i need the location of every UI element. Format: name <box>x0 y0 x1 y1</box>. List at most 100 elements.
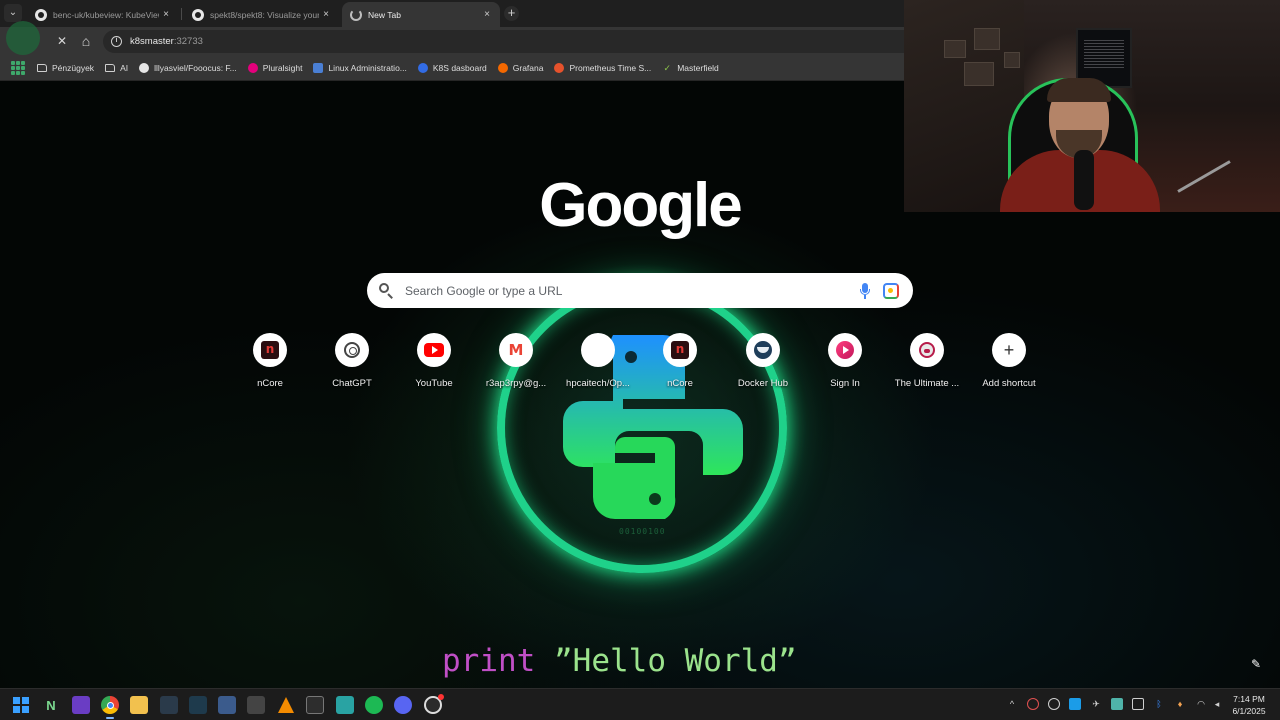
tray-app-icon[interactable] <box>1111 698 1123 710</box>
shortcut-label: r3ap3rpy@g... <box>485 378 547 389</box>
tab-close-icon[interactable]: × <box>480 9 494 20</box>
shortcut-docker-hub[interactable]: Docker Hub <box>722 333 804 397</box>
shortcut-youtube[interactable]: YouTube <box>393 333 475 397</box>
bookmark-penzugyek[interactable]: Pénzügyek <box>37 63 94 73</box>
tray-overflow-icon[interactable]: ^ <box>1006 698 1018 710</box>
tab-close-icon[interactable]: × <box>159 9 173 20</box>
url-port: :32733 <box>173 36 203 47</box>
console-icon[interactable] <box>306 696 324 714</box>
search-input[interactable]: Search Google or type a URL <box>405 284 857 298</box>
wallpaper-binary-text: 00100100 <box>619 527 666 536</box>
bookmark-fooocus[interactable]: lllyasviel/Fooocus: F... <box>139 62 237 73</box>
bookmark-ai[interactable]: AI <box>105 63 128 73</box>
profile-avatar[interactable] <box>6 21 40 55</box>
shortcut-the-ultimate[interactable]: The Ultimate ... <box>886 333 968 397</box>
tab-search-button[interactable]: ⌄ <box>4 4 22 22</box>
shortcut-icon <box>828 333 862 367</box>
add-icon: + <box>1003 340 1015 360</box>
visual-studio-icon[interactable] <box>72 696 90 714</box>
bookmark-label: lllyasviel/Fooocus: F... <box>154 62 237 73</box>
n-app-icon[interactable]: N <box>42 696 60 714</box>
microphone-icon[interactable]: ♦ <box>1174 698 1186 710</box>
usb-icon[interactable] <box>1132 698 1144 710</box>
shortcut-gmail[interactable]: M r3ap3rpy@g... <box>475 333 557 397</box>
shortcut-ncore[interactable]: n nCore <box>229 333 311 397</box>
ncore-icon: n <box>261 341 279 359</box>
bookmark-label: Pénzügyek <box>52 62 95 73</box>
tab-title: New Tab <box>368 9 401 20</box>
bookmark-pluralsight[interactable]: Pluralsight <box>247 62 302 73</box>
bookmark-label: Grafana <box>512 62 544 73</box>
translate-icon[interactable] <box>247 696 265 714</box>
search-box[interactable]: Search Google or type a URL <box>367 273 913 308</box>
shortcut-icon: n <box>253 333 287 367</box>
volume-icon[interactable]: ◂ <box>1211 698 1223 710</box>
tab-divider <box>181 8 182 20</box>
customize-pencil-icon[interactable]: ✎ <box>1249 657 1263 671</box>
vlc-icon[interactable] <box>277 696 295 714</box>
shortcut-add[interactable]: + Add shortcut <box>968 333 1050 397</box>
file-explorer-icon[interactable] <box>130 696 148 714</box>
bookmark-k8s-dashboard[interactable]: K8S dasboard <box>417 62 487 73</box>
tab-kubeview[interactable]: benc-uk/kubeview: KubeView - × <box>27 2 179 27</box>
shortcut-icon <box>746 333 780 367</box>
google-lens-icon[interactable] <box>883 282 899 299</box>
home-icon[interactable]: ⌂ <box>77 32 95 50</box>
shortcut-label: Sign In <box>830 378 860 389</box>
wifi-icon[interactable]: ◠ <box>1195 698 1207 710</box>
bookmark-grafana[interactable]: Grafana <box>497 62 544 73</box>
tray-app-icon[interactable] <box>1048 698 1060 710</box>
webcam-microphone <box>1074 150 1094 210</box>
bookmark-linux-admin[interactable]: Linux Administratio... <box>313 62 407 73</box>
voice-search-icon[interactable] <box>857 282 873 300</box>
webcam-person-hair <box>1047 78 1111 102</box>
tab-spekt8[interactable]: spekt8/spekt8: Visualize your K × <box>184 2 339 27</box>
terminal-icon[interactable] <box>189 696 207 714</box>
shortcut-icon: M <box>499 333 533 367</box>
kubernetes-icon <box>417 62 428 73</box>
shortcut-ncore-2[interactable]: n nCore <box>639 333 721 397</box>
apps-grid-icon[interactable] <box>11 60 25 75</box>
shortcut-label: nCore <box>667 378 693 389</box>
windows-start-icon[interactable] <box>12 696 30 714</box>
site-info-icon[interactable]: i <box>111 36 122 47</box>
tab-title: spekt8/spekt8: Visualize your K <box>210 9 319 20</box>
save-icon[interactable] <box>218 696 236 714</box>
obs-icon[interactable] <box>424 694 444 714</box>
system-clock[interactable]: 7:14 PM 6/1/2025 <box>1226 693 1272 717</box>
clock-date: 6/1/2025 <box>1232 706 1266 716</box>
steam-icon[interactable] <box>1069 698 1081 710</box>
folder-icon <box>37 63 47 72</box>
tab-new-tab[interactable]: New Tab × <box>342 2 500 27</box>
shortcut-hpcaitech[interactable]: hpcaitech/Op... <box>557 333 639 397</box>
tab-close-icon[interactable]: × <box>319 9 333 20</box>
chrome-icon[interactable] <box>101 696 119 719</box>
webcam-picture-frame <box>964 62 994 86</box>
checkmark-icon: ✓ <box>663 62 671 73</box>
address-bar[interactable]: i k8smaster :32733 <box>103 30 904 53</box>
screen: ⌄ benc-uk/kubeview: KubeView - × spekt8/… <box>0 0 1280 720</box>
bookmark-label: K8S dasboard <box>432 62 487 73</box>
shortcut-sign-in[interactable]: Sign In <box>804 333 886 397</box>
signin-icon <box>836 341 854 359</box>
tray-app-icon[interactable]: ✈ <box>1090 698 1102 710</box>
spotify-icon[interactable] <box>365 696 383 714</box>
app-icon[interactable] <box>160 696 178 714</box>
bookmark-label: AI <box>120 62 129 73</box>
tray-app-icon[interactable] <box>1027 698 1039 710</box>
shortcut-chatgpt[interactable]: ChatGPT <box>311 333 393 397</box>
cube-icon[interactable] <box>336 696 354 714</box>
discord-icon[interactable] <box>394 696 412 714</box>
github-icon <box>139 62 150 73</box>
stop-loading-icon[interactable]: ✕ <box>53 32 71 50</box>
browser-toolbar: ✕ ⌂ i k8smaster :32733 <box>0 21 904 55</box>
webcam-overlay <box>904 0 1280 212</box>
github-icon <box>35 8 47 21</box>
bluetooth-icon[interactable]: ᛒ <box>1153 698 1165 710</box>
youtube-icon <box>424 343 444 357</box>
shortcut-label: hpcaitech/Op... <box>566 378 630 389</box>
webcam-mic-arm <box>1177 160 1231 193</box>
bookmark-prometheus[interactable]: Prometheus Time S... <box>554 62 651 73</box>
new-tab-button[interactable]: + <box>504 6 519 21</box>
bookmark-masterfield[interactable]: ✓ Masterfield <box>662 62 718 73</box>
